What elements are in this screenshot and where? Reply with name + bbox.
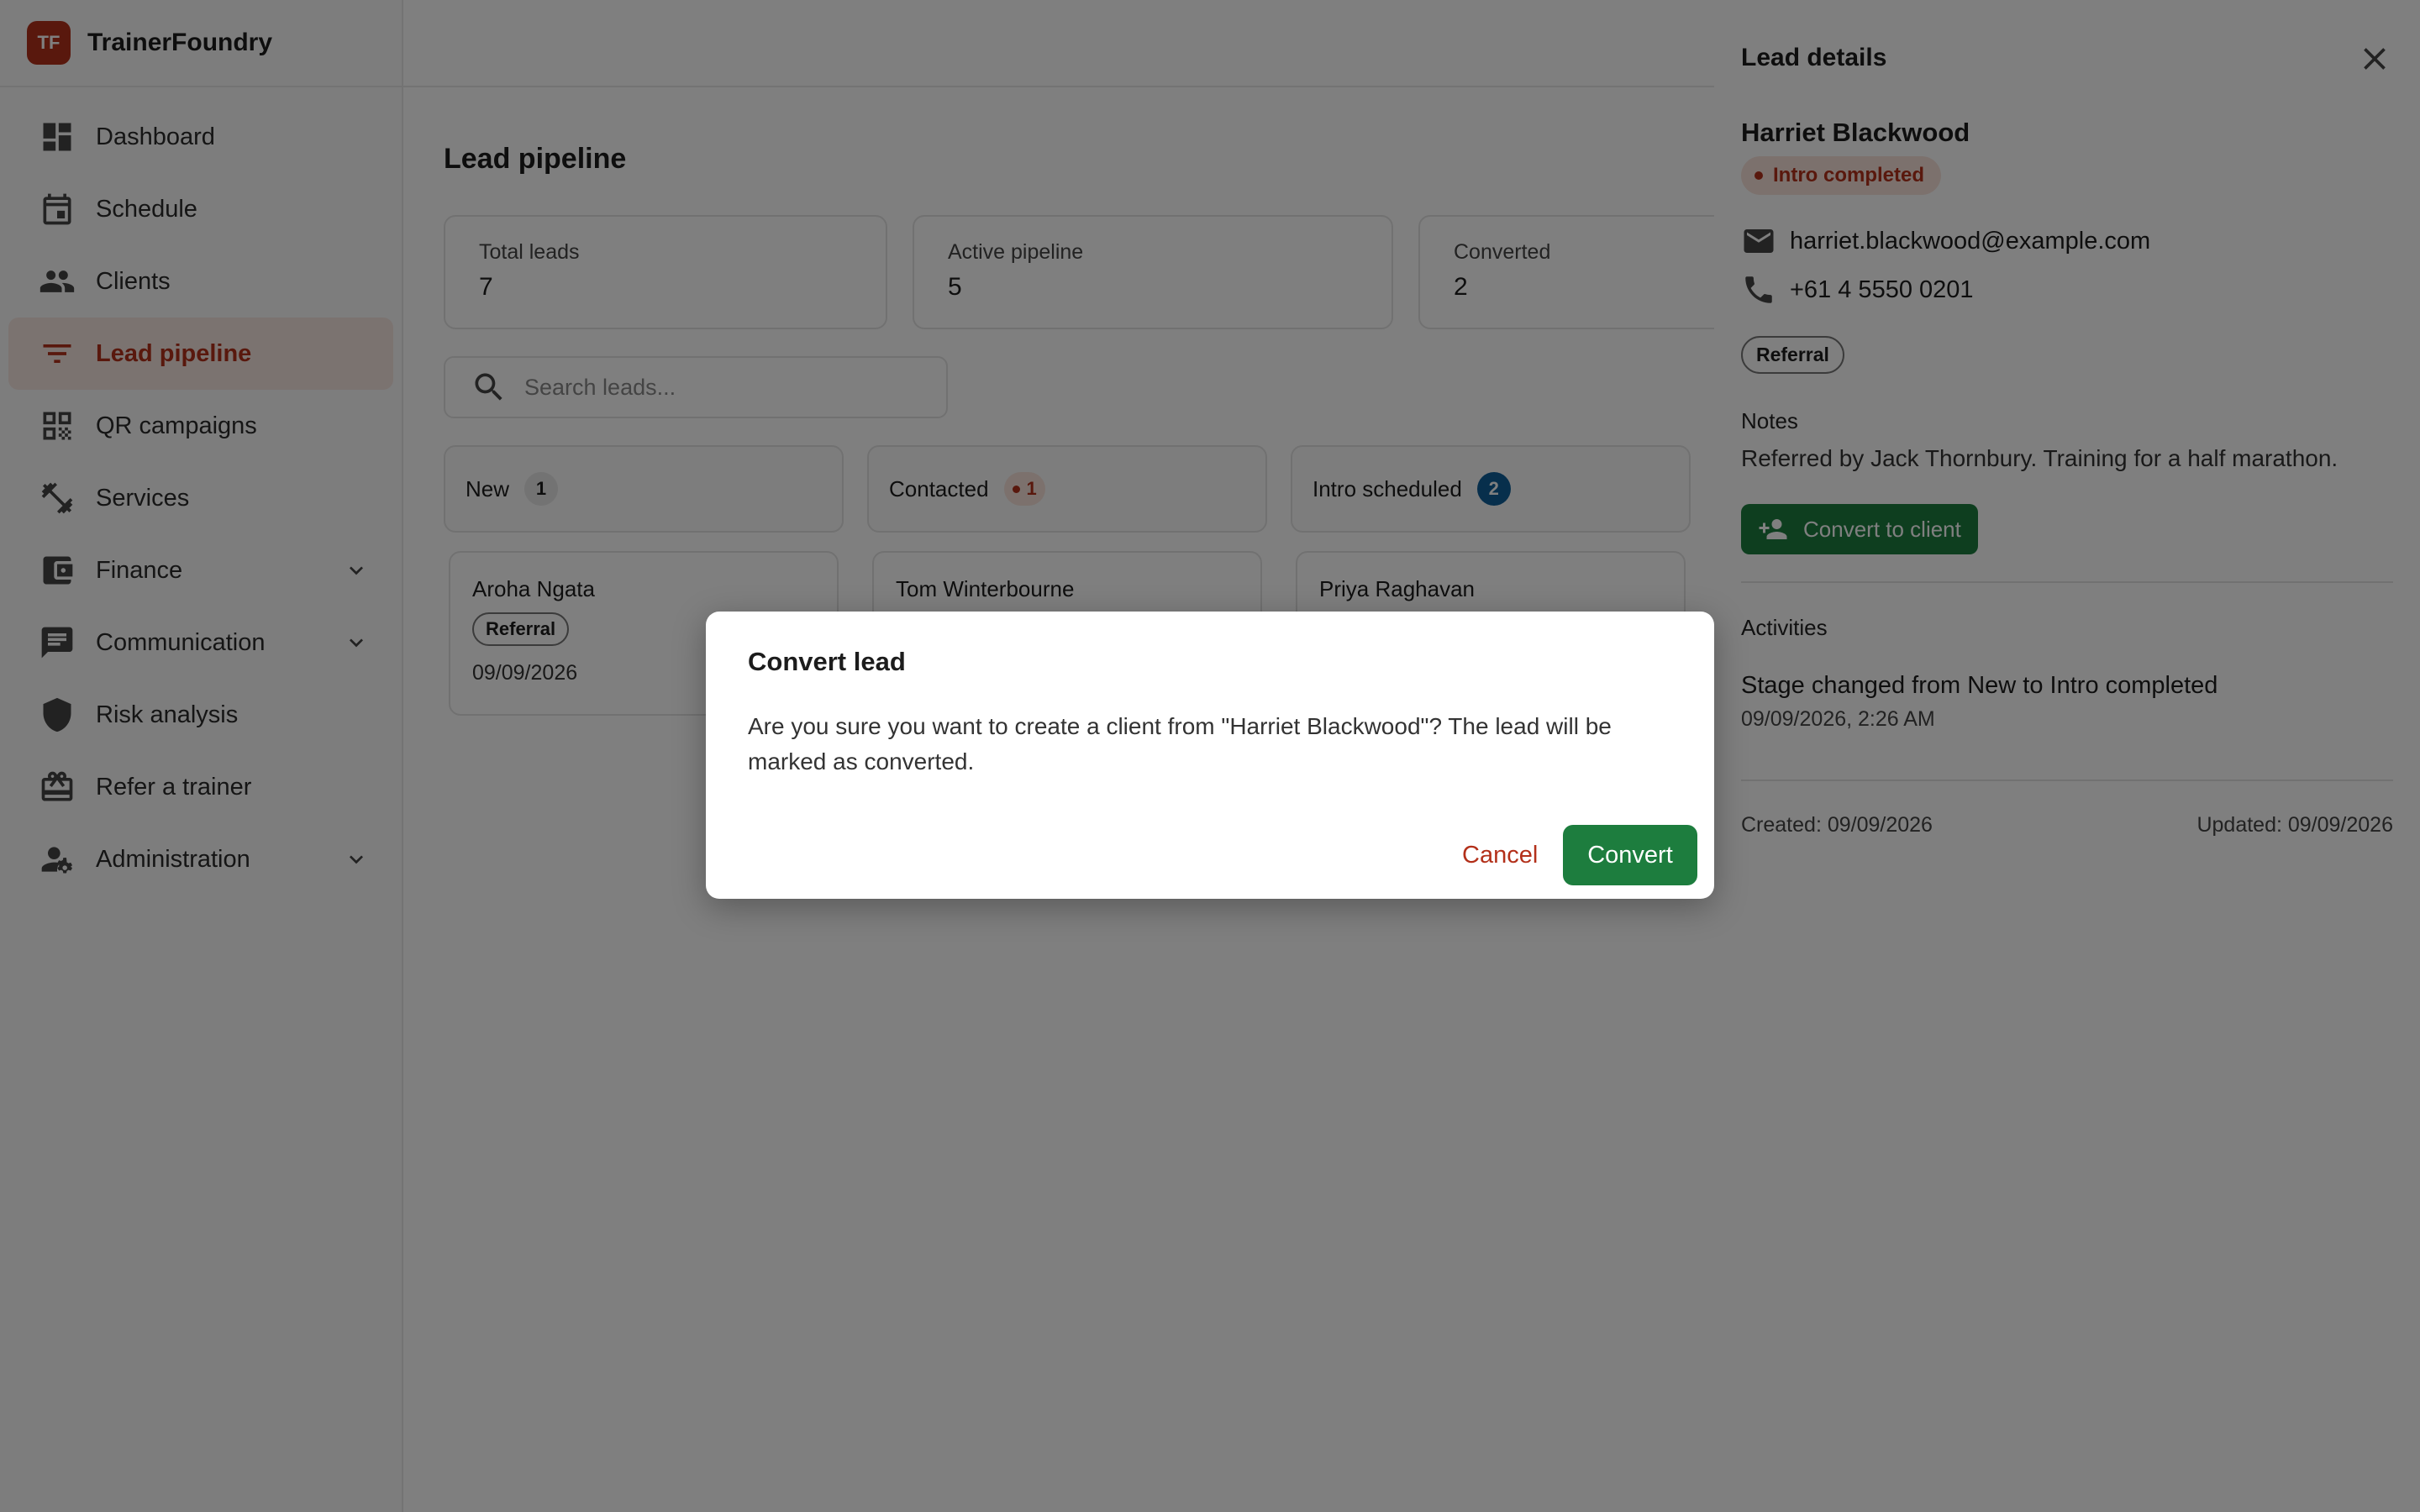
cancel-button[interactable]: Cancel — [1445, 825, 1555, 885]
dialog-message: Are you sure you want to create a client… — [748, 713, 1612, 774]
dialog-title: Convert lead — [748, 647, 906, 676]
drawer-backdrop[interactable] — [1714, 0, 2420, 1512]
convert-lead-dialog: Convert lead Are you sure you want to cr… — [706, 612, 1714, 899]
convert-button[interactable]: Convert — [1563, 825, 1697, 885]
